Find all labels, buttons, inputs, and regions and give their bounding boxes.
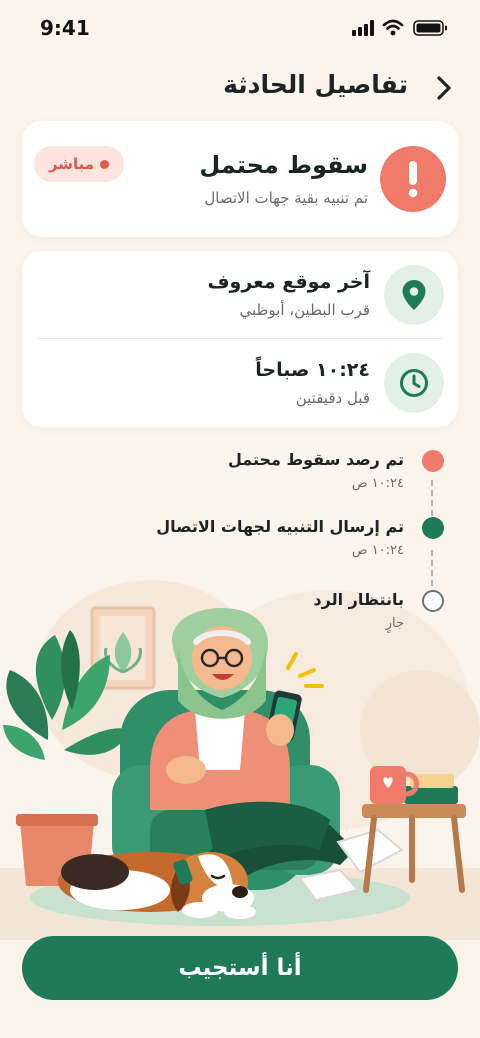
timeline-done-dot-icon: [422, 517, 444, 539]
timeline-title: تم رصد سقوط محتمل: [227, 450, 404, 469]
clock-icon: [400, 369, 428, 397]
timeline-time: جارٍ: [385, 616, 404, 631]
timeline-item-fall-detected: تم رصد سقوط محتمل ١٠:٢٤ ص: [44, 440, 444, 500]
chevron-right-icon: [437, 76, 451, 100]
alert-title: سقوط محتمل: [199, 151, 368, 179]
incident-timeline: تم رصد سقوط محتمل ١٠:٢٤ ص تم إرسال التنب…: [0, 440, 480, 640]
last-location-row[interactable]: آخر موقع معروف قرب البطين، أبوظبي: [22, 251, 458, 339]
exclamation-icon: [408, 161, 418, 198]
timeline-item-awaiting-response: بانتظار الرد جارٍ: [44, 580, 444, 640]
battery-icon: [413, 20, 447, 36]
location-subtitle: قرب البطين، أبوظبي: [239, 301, 370, 319]
status-time: 9:41: [40, 16, 90, 40]
status-bar: 9:41: [0, 0, 480, 56]
time-title: ١٠:٢٤ صباحاً: [255, 359, 370, 381]
live-dot-icon: [100, 159, 110, 169]
alert-icon-circle: [380, 146, 446, 212]
live-badge-label: مباشر: [48, 155, 95, 173]
timeline-alert-dot-icon: [422, 450, 444, 472]
timeline-pending-dot-icon: [422, 590, 444, 612]
timeline-time: ١٠:٢٤ ص: [351, 543, 404, 558]
live-badge: مباشر: [34, 146, 124, 182]
wifi-icon: [382, 19, 404, 36]
location-title: آخر موقع معروف: [207, 271, 370, 293]
time-subtitle: قبل دقيقتين: [295, 389, 370, 407]
location-icon-circle: [384, 265, 444, 325]
incident-info-card: آخر موقع معروف قرب البطين، أبوظبي ١٠:٢٤ …: [22, 251, 458, 427]
page-title: تفاصيل الحادثة: [223, 70, 408, 99]
signal-icon: [352, 20, 374, 36]
timeline-item-alert-sent: تم إرسال التنبيه لجهات الاتصال ١٠:٢٤ ص: [44, 507, 444, 567]
alert-subtitle: تم تنبيه بقية جهات الاتصال: [204, 189, 368, 207]
clock-icon-circle: [384, 353, 444, 413]
timeline-time: ١٠:٢٤ ص: [351, 476, 404, 491]
time-row: ١٠:٢٤ صباحاً قبل دقيقتين: [22, 339, 458, 427]
timeline-title: بانتظار الرد: [313, 590, 404, 609]
status-icons: [352, 18, 452, 42]
header: تفاصيل الحادثة: [0, 64, 480, 114]
respond-button[interactable]: أنا أستجيب: [22, 936, 458, 1000]
back-button[interactable]: [426, 70, 462, 106]
location-pin-icon: [402, 280, 426, 310]
alert-card[interactable]: سقوط محتمل تم تنبيه بقية جهات الاتصال مب…: [22, 121, 458, 237]
timeline-title: تم إرسال التنبيه لجهات الاتصال: [156, 517, 404, 536]
